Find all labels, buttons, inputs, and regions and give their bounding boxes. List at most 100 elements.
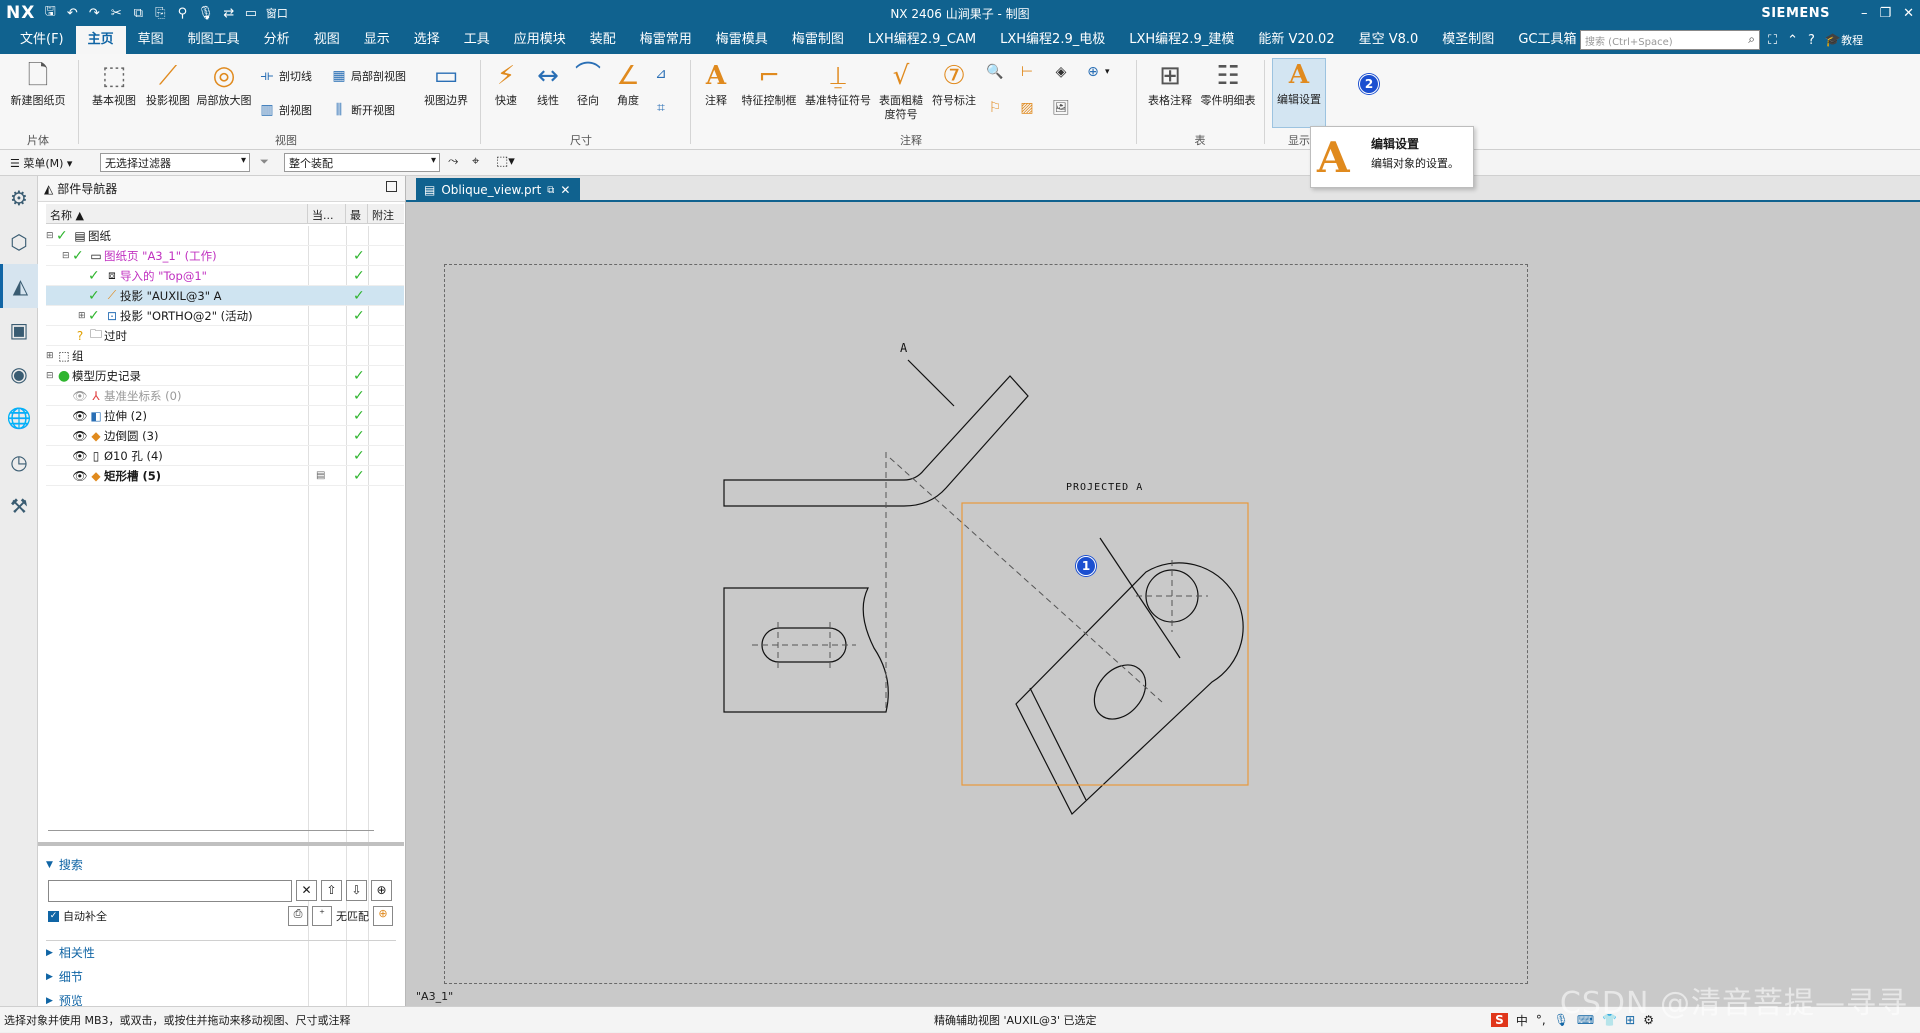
datum-feature-button[interactable]: ⍊ 基准特征符号 xyxy=(802,60,874,108)
menu-lxh-electrode[interactable]: LXH编程2.9_电极 xyxy=(988,26,1117,54)
tree-row-extrude[interactable]: 👁 ◧ 拉伸 (2) ✓ xyxy=(46,406,404,426)
menu-select[interactable]: 选择 xyxy=(402,26,452,54)
restore-icon[interactable]: ❐ xyxy=(1879,6,1891,21)
window-menu[interactable]: 窗口 xyxy=(266,5,288,21)
history-icon[interactable]: ◷ xyxy=(0,440,38,484)
web-browser-icon[interactable]: ◉ xyxy=(0,352,38,396)
roles-icon[interactable]: ⚒ xyxy=(0,484,38,528)
col-current[interactable]: 当... xyxy=(308,204,346,223)
projected-view-button[interactable]: ⟋ 投影视图 xyxy=(140,60,196,108)
copy-icon[interactable]: ⧉ xyxy=(131,6,145,21)
tree-row-rect-groove[interactable]: 👁 ◆ 矩形槽 (5) ▤ ✓ xyxy=(46,466,404,486)
panel-splitter[interactable] xyxy=(38,842,404,846)
cursor-icon[interactable]: ⬚▾ xyxy=(496,154,515,169)
document-tab[interactable]: ▤ Oblique_view.prt ⧉ ✕ xyxy=(416,178,580,202)
target-point-button[interactable]: ⊕ ▾ xyxy=(1084,64,1110,80)
details-section[interactable]: ▶ 细节 xyxy=(46,968,404,985)
chamfer-dimension-button[interactable]: ⌗ xyxy=(652,100,670,116)
menu-analysis[interactable]: 分析 xyxy=(252,26,302,54)
filter-icon[interactable]: ⏷ xyxy=(260,155,269,169)
col-latest[interactable]: 最 xyxy=(346,204,368,223)
image-button[interactable]: 🖼 xyxy=(1052,100,1070,116)
eye-icon[interactable]: 👁 xyxy=(72,449,88,463)
tree-row-drawing[interactable]: ⊟ ✓ ▤ 图纸 xyxy=(46,226,404,246)
col-name[interactable]: 名称 ▲ xyxy=(46,204,308,223)
paste-icon[interactable]: ⎘ xyxy=(153,6,167,21)
tabular-note-button[interactable]: ⊞ 表格注释 xyxy=(1142,60,1198,108)
menu-home[interactable]: 主页 xyxy=(75,26,126,54)
next-match-icon[interactable]: ⇩ xyxy=(346,880,367,901)
col-notes[interactable]: 附注 xyxy=(368,204,404,223)
tree-row-datum-csys[interactable]: 👁 ⅄ 基准坐标系 (0) ✓ xyxy=(46,386,404,406)
assembly-navigator-icon[interactable]: ⬡ xyxy=(0,220,38,264)
tree-row-imported-view[interactable]: ✓ ⧈ 导入的 "Top@1" ✓ xyxy=(46,266,404,286)
menu-assembly[interactable]: 装配 xyxy=(578,26,628,54)
locate-icon[interactable]: ⊕ xyxy=(373,906,393,926)
redo-icon[interactable]: ↷ xyxy=(87,6,101,21)
tree-row-outdated[interactable]: ? 🗀 过时 xyxy=(46,326,404,346)
parts-list-button[interactable]: ☷ 零件明细表 xyxy=(1198,60,1258,108)
menu-display[interactable]: 显示 xyxy=(352,26,402,54)
expand-icon[interactable]: ⊞ xyxy=(46,351,56,361)
break-out-section-button[interactable]: ▦ 局部剖视图 xyxy=(330,68,406,84)
maximize-icon[interactable] xyxy=(386,181,397,192)
menu-gc-toolbox[interactable]: GC工具箱 xyxy=(1506,26,1588,54)
globe-icon[interactable]: 🌐 xyxy=(0,396,38,440)
dropdown-icon[interactable]: ▾ xyxy=(1105,67,1110,77)
hatch-button[interactable]: ▨ xyxy=(1018,100,1036,116)
section-line-button[interactable]: ⟛ 剖切线 xyxy=(258,68,312,84)
tree-row-auxiliary-view[interactable]: ✓ ⟋ 投影 "AUXIL@3" A ✓ xyxy=(46,286,404,306)
dependencies-section[interactable]: ▶ 相关性 xyxy=(46,944,404,961)
rapid-dimension-button[interactable]: ⚡ 快速 xyxy=(486,60,526,108)
menu-meilei-drafting[interactable]: 梅雷制图 xyxy=(780,26,856,54)
punctuation-icon[interactable]: °, xyxy=(1536,1013,1546,1027)
drawing-canvas[interactable]: A PROJECTED A xyxy=(406,202,1920,1002)
undo-icon[interactable]: ↶ xyxy=(65,6,79,21)
broken-view-button[interactable]: ⫼ 断开视图 xyxy=(330,102,395,118)
tree-row-edge-blend[interactable]: 👁 ◆ 边倒圆 (3) ✓ xyxy=(46,426,404,446)
search-section[interactable]: ▼ 搜索 xyxy=(46,856,404,873)
tutorial-button[interactable]: 🎓教程 xyxy=(1825,32,1863,48)
menu-nengxin[interactable]: 能新 V20.02 xyxy=(1246,26,1346,54)
navigator-search-input[interactable] xyxy=(48,880,292,902)
close-icon[interactable]: ✕ xyxy=(1903,6,1914,21)
autocomplete-checkbox[interactable]: ✓ 自动补全 xyxy=(48,908,107,924)
reuse-library-icon[interactable]: ▣ xyxy=(0,308,38,352)
wildcard-icon[interactable]: ⁺ xyxy=(312,906,332,926)
section-view-button[interactable]: ▥ 剖视图 xyxy=(258,102,312,118)
surface-finish-button[interactable]: √ 表面粗糙 度符号 xyxy=(876,60,926,122)
tab-float-icon[interactable]: ⧉ xyxy=(547,185,554,196)
eye-icon[interactable]: 👁 xyxy=(72,469,88,483)
menu-file[interactable]: 文件(F) xyxy=(8,26,76,54)
menu-sketch[interactable]: 草图 xyxy=(126,26,176,54)
clear-search-icon[interactable]: ✕ xyxy=(296,880,317,901)
command-search-input[interactable]: 搜索 (Ctrl+Space) ⌕ xyxy=(1580,30,1760,50)
angular-dimension-button[interactable]: ∠ 角度 xyxy=(608,60,648,108)
settings-icon[interactable]: ⚙ xyxy=(0,176,38,220)
menu-mosheng[interactable]: 模圣制图 xyxy=(1430,26,1506,54)
search-options-icon[interactable]: ⊕ xyxy=(371,880,392,901)
cut-icon[interactable]: ✂ xyxy=(109,6,123,21)
magnify-button[interactable]: 🔍 xyxy=(986,64,1004,80)
snap-icon[interactable]: ⤳ xyxy=(448,154,458,169)
base-view-button[interactable]: ⬚ 基本视图 xyxy=(86,60,142,108)
collapse-icon[interactable]: ⊟ xyxy=(46,371,56,381)
note-button[interactable]: A 注释 xyxy=(696,60,736,108)
ordinate-dimension-button[interactable]: ⊿ xyxy=(652,66,670,82)
expand-icon[interactable]: ⊞ xyxy=(78,311,88,321)
graphics-window[interactable]: ▤ Oblique_view.prt ⧉ ✕ "A3_1" A PROJECTE… xyxy=(406,176,1920,1006)
part-navigator-icon[interactable]: ◭ xyxy=(0,264,38,308)
save-icon[interactable]: 🖫 xyxy=(43,2,57,24)
touch-mode-icon[interactable]: ⇄ xyxy=(222,6,236,21)
menu-meilei-common[interactable]: 梅雷常用 xyxy=(628,26,704,54)
flag-button[interactable]: ⚐ xyxy=(986,100,1004,116)
eye-icon[interactable]: 👁 xyxy=(72,429,88,443)
sogou-icon[interactable]: S xyxy=(1491,1013,1508,1027)
linear-dimension-button[interactable]: ↔ 线性 xyxy=(528,60,568,108)
collapse-icon[interactable]: ⊟ xyxy=(62,251,72,261)
menu-lxh-cam[interactable]: LXH编程2.9_CAM xyxy=(856,26,988,54)
symbol-annotation-button[interactable]: ⑦ 符号标注 xyxy=(926,60,982,108)
minimize-icon[interactable]: – xyxy=(1861,6,1868,21)
menu-lxh-modeling[interactable]: LXH编程2.9_建模 xyxy=(1117,26,1246,54)
tree-row-sheet[interactable]: ⊟ ✓ ▭ 图纸页 "A3_1" (工作) ✓ xyxy=(46,246,404,266)
